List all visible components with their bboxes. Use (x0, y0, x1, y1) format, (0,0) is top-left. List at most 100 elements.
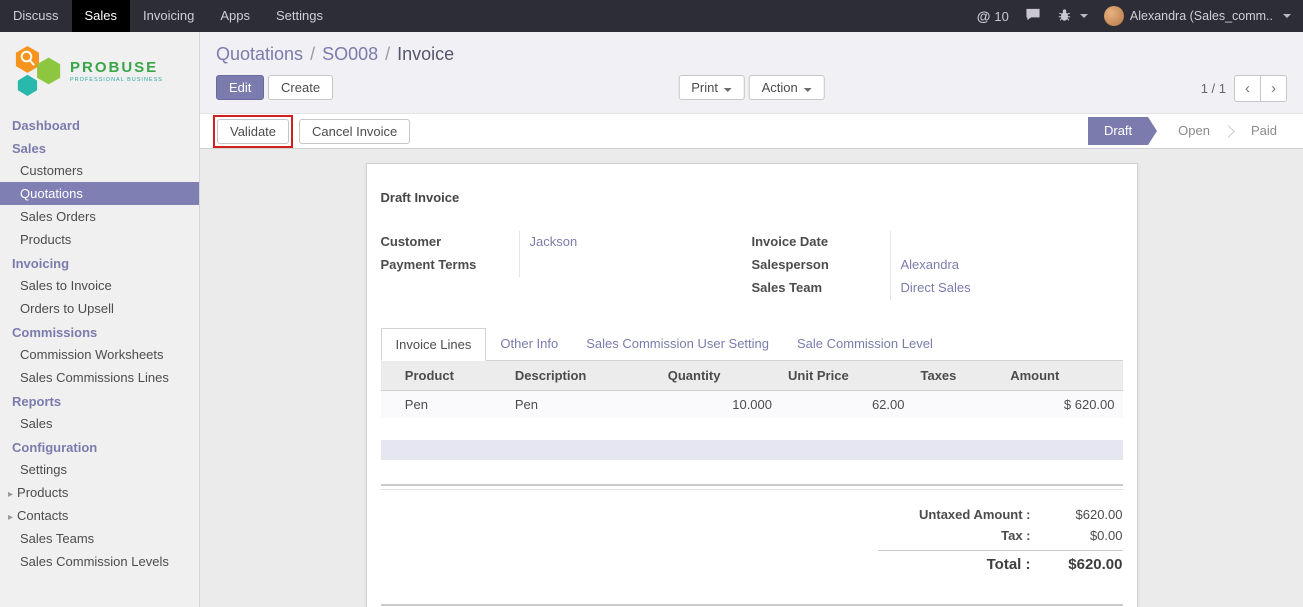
cell-taxes[interactable] (913, 391, 1003, 419)
action-dropdown-button[interactable]: Action (749, 75, 825, 100)
row-handle (381, 391, 397, 419)
empty-line-band (381, 440, 1123, 460)
header-description[interactable]: Description (507, 361, 660, 391)
untaxed-amount-label: Untaxed Amount : (919, 507, 1030, 522)
breadcrumb-current: Invoice (397, 44, 454, 64)
validate-button[interactable]: Validate (217, 119, 289, 144)
print-label: Print (691, 80, 718, 95)
header-taxes[interactable]: Taxes (913, 361, 1003, 391)
tab-sales-commission-user-setting[interactable]: Sales Commission User Setting (572, 328, 783, 361)
payment-terms-value (519, 254, 722, 277)
header-product[interactable]: Product (397, 361, 507, 391)
menu-apps[interactable]: Apps (207, 0, 263, 32)
invoice-date-value (890, 231, 1093, 254)
sidebar-item-contacts[interactable]: Contacts (0, 504, 199, 527)
tab-sale-commission-level[interactable]: Sale Commission Level (783, 328, 947, 361)
messages-button[interactable] (1025, 7, 1041, 25)
action-label: Action (762, 80, 798, 95)
menu-discuss[interactable]: Discuss (0, 0, 72, 32)
sidebar-item-orders-to-upsell[interactable]: Orders to Upsell (0, 297, 199, 320)
sidebar-heading-reports[interactable]: Reports (0, 389, 199, 412)
mention-count: 10 (994, 9, 1008, 24)
invoice-lines-table: Product Description Quantity Unit Price … (381, 361, 1123, 418)
chevron-down-icon (1283, 14, 1291, 18)
print-dropdown-button[interactable]: Print (678, 75, 745, 100)
statusbar: Draft Open Paid (1088, 117, 1293, 145)
sidebar-item-sales-to-invoice[interactable]: Sales to Invoice (0, 274, 199, 297)
debug-menu-button[interactable] (1057, 8, 1088, 25)
table-header-row: Product Description Quantity Unit Price … (381, 361, 1123, 391)
pager-count: 1 / 1 (1201, 81, 1226, 96)
control-buttons-row: Edit Create Print Action 1 / 1 (216, 75, 1287, 105)
pager-next-button[interactable] (1260, 75, 1287, 102)
cell-quantity[interactable]: 10.000 (660, 391, 780, 419)
print-action-group: Print Action (678, 75, 825, 100)
main-area: Quotations SO008 Invoice Edit Create Print… (200, 32, 1303, 607)
create-button[interactable]: Create (268, 75, 333, 100)
sidebar-item-reports-sales[interactable]: Sales (0, 412, 199, 435)
sidebar-item-customers[interactable]: Customers (0, 159, 199, 182)
sidebar-item-label: Contacts (17, 508, 68, 523)
sidebar-item-config-products[interactable]: Products (0, 481, 199, 504)
sidebar-item-sales-commission-levels[interactable]: Sales Commission Levels (0, 550, 199, 573)
probuse-logo-icon (14, 44, 64, 99)
header-quantity[interactable]: Quantity (660, 361, 780, 391)
cancel-invoice-button[interactable]: Cancel Invoice (299, 119, 410, 144)
sidebar-heading-dashboard[interactable]: Dashboard (0, 113, 199, 136)
cell-amount[interactable]: $ 620.00 (1002, 391, 1122, 419)
status-paid[interactable]: Paid (1235, 117, 1293, 145)
salesperson-label: Salesperson (752, 254, 890, 277)
sidebar-heading-configuration[interactable]: Configuration (0, 435, 199, 458)
sidebar-heading-sales[interactable]: Sales (0, 136, 199, 159)
field-groups: Customer Jackson Payment Terms Invoice D… (381, 231, 1123, 300)
sidebar-item-settings[interactable]: Settings (0, 458, 199, 481)
probuse-logo: PROBUSE PROFESSIONAL BUSINESS (0, 32, 199, 113)
pager: 1 / 1 (1201, 75, 1287, 102)
mentions-button[interactable]: 10 (977, 8, 1009, 24)
chevron-right-icon (8, 485, 17, 500)
chevron-down-icon (724, 88, 732, 92)
at-icon (977, 8, 991, 24)
logo-subtitle: PROFESSIONAL BUSINESS (70, 77, 163, 83)
sales-team-value[interactable]: Direct Sales (890, 277, 1093, 300)
salesperson-value[interactable]: Alexandra (890, 254, 1093, 277)
pager-previous-button[interactable] (1234, 75, 1261, 102)
notebook-tabs: Invoice Lines Other Info Sales Commissio… (381, 328, 1123, 361)
topbar-right: 10 Alexandra (Sales_comm.. (977, 0, 1303, 32)
cell-product[interactable]: Pen (397, 391, 507, 419)
table-row[interactable]: Pen Pen 10.000 62.00 $ 620.00 (381, 391, 1123, 419)
invoice-date-label: Invoice Date (752, 231, 890, 254)
sidebar-item-sales-orders[interactable]: Sales Orders (0, 205, 199, 228)
status-draft[interactable]: Draft (1088, 117, 1148, 145)
chevron-down-icon (804, 88, 812, 92)
sidebar-item-sales-teams[interactable]: Sales Teams (0, 527, 199, 550)
sidebar-item-quotations[interactable]: Quotations (0, 182, 199, 205)
tab-other-info[interactable]: Other Info (486, 328, 572, 361)
sidebar-item-products[interactable]: Products (0, 228, 199, 251)
status-open[interactable]: Open (1162, 117, 1226, 145)
customer-value[interactable]: Jackson (519, 231, 722, 254)
separator-line (381, 604, 1123, 606)
menu-sales[interactable]: Sales (72, 0, 131, 32)
breadcrumb-separator (378, 44, 397, 64)
cell-description[interactable]: Pen (507, 391, 660, 419)
control-panel: Quotations SO008 Invoice Edit Create Print… (200, 32, 1303, 113)
menu-settings[interactable]: Settings (263, 0, 336, 32)
breadcrumb-quotations[interactable]: Quotations (216, 44, 303, 64)
sidebar-heading-commissions[interactable]: Commissions (0, 320, 199, 343)
user-menu[interactable]: Alexandra (Sales_comm.. (1104, 6, 1291, 26)
header-amount[interactable]: Amount (1002, 361, 1122, 391)
sidebar-heading-invoicing[interactable]: Invoicing (0, 251, 199, 274)
tab-invoice-lines[interactable]: Invoice Lines (381, 328, 487, 361)
right-field-group: Invoice Date Salesperson Alexandra Sales… (752, 231, 1123, 300)
breadcrumb: Quotations SO008 Invoice (216, 44, 1287, 65)
sidebar-item-sales-commissions-lines[interactable]: Sales Commissions Lines (0, 366, 199, 389)
sidebar-item-commission-worksheets[interactable]: Commission Worksheets (0, 343, 199, 366)
untaxed-amount-value: $620.00 (1031, 507, 1123, 522)
menu-invoicing[interactable]: Invoicing (130, 0, 207, 32)
header-unit-price[interactable]: Unit Price (780, 361, 913, 391)
cell-unit-price[interactable]: 62.00 (780, 391, 913, 419)
breadcrumb-so008[interactable]: SO008 (322, 44, 378, 64)
customer-label: Customer (381, 231, 519, 254)
edit-button[interactable]: Edit (216, 75, 264, 100)
